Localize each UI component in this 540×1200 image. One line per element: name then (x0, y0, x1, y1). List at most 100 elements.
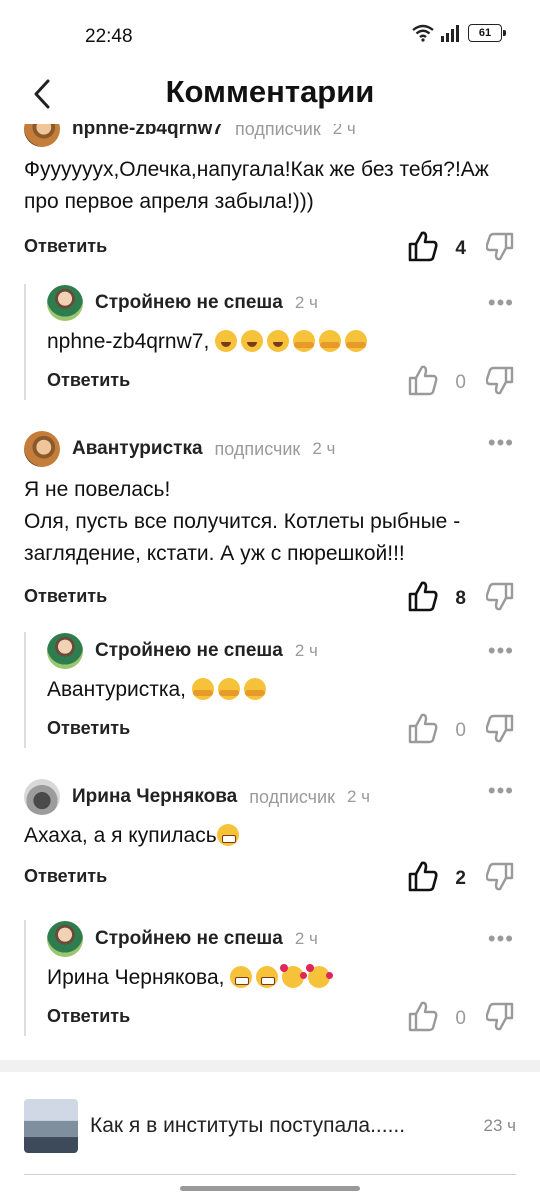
thumbs-down-icon[interactable] (486, 582, 514, 612)
reply-comment: Стройнею не спеша 2 ч ••• Ирина Черняков… (24, 920, 516, 1036)
author-name[interactable]: Стройнею не спеша (95, 928, 283, 950)
comment-text: Фуууууух,Олечка,напугала!Как же без тебя… (24, 158, 489, 213)
comment-time: 2 ч (294, 929, 318, 948)
comment-partial-header: nphne-zb4qrnw7 подписчик 2 ч (24, 124, 516, 148)
reply-comment: Стройнею не спеша 2 ч ••• Авантуристка, … (24, 632, 516, 748)
wifi-icon (412, 24, 434, 42)
battery-icon: 61 (468, 24, 506, 42)
hug-emoji-icon (217, 678, 240, 700)
like-count: 2 (455, 868, 466, 889)
comment-text: Я не повелась! Оля, пусть все получится.… (24, 478, 461, 565)
related-article-item[interactable]: Как я в институты поступала...... 23 ч (24, 1098, 516, 1154)
thumbs-down-icon[interactable] (486, 862, 514, 892)
comment-time: 2 ч (347, 787, 371, 806)
comment-text-value: Ахаха, а я купилась (24, 824, 217, 847)
author-name[interactable]: nphne-zb4qrnw7 (72, 124, 223, 140)
more-options-icon[interactable]: ••• (488, 432, 514, 454)
like-count: 4 (455, 238, 466, 259)
signal-icon (441, 25, 459, 42)
status-time: 22:48 (85, 26, 133, 47)
reply-button[interactable]: Ответить (24, 866, 107, 887)
rofl-emoji-icon (267, 330, 290, 352)
comment-actions: Ответить 0 (47, 712, 516, 748)
more-options-icon[interactable]: ••• (488, 640, 514, 662)
thumbs-up-icon[interactable] (408, 1000, 438, 1032)
comment-text-value: nphne-zb4qrnw7, (47, 330, 210, 353)
thumbs-up-icon[interactable] (408, 712, 438, 744)
hug-emoji-icon (345, 330, 368, 352)
comment-text-value: Ирина Чернякова, (47, 966, 225, 989)
more-options-icon[interactable]: ••• (488, 780, 514, 802)
comment-time: 2 ч (294, 641, 318, 660)
app-header: Комментарии (0, 64, 540, 124)
comment-text: Авантуристка, (47, 674, 516, 706)
article-thumbnail (24, 1099, 78, 1153)
reply-button[interactable]: Ответить (24, 586, 107, 607)
comment-text: Ирина Чернякова, (47, 962, 516, 994)
thumbs-down-icon[interactable] (486, 232, 514, 262)
avatar[interactable] (47, 285, 83, 321)
subscriber-label: подписчик (249, 786, 335, 807)
article-time: 23 ч (483, 1116, 517, 1135)
love-emoji-icon (280, 964, 308, 988)
thumbs-up-icon[interactable] (408, 580, 438, 612)
comment-actions: Ответить 0 (47, 364, 516, 400)
avatar[interactable] (24, 124, 60, 147)
avatar[interactable] (47, 633, 83, 669)
thumbs-down-icon[interactable] (486, 1002, 514, 1032)
hug-emoji-icon (243, 678, 266, 700)
more-options-icon[interactable]: ••• (488, 928, 514, 950)
subscriber-label: подписчик (214, 438, 301, 459)
comment-time: 2 ч (332, 124, 356, 138)
love-emoji-icon (306, 964, 334, 988)
thumbs-up-icon[interactable] (408, 364, 438, 396)
reply-button[interactable]: Ответить (47, 370, 130, 391)
status-bar: 22:48 61 (0, 0, 540, 70)
comments-feed[interactable]: nphne-zb4qrnw7 подписчик 2 ч Фуууууух,Ол… (0, 124, 540, 1060)
hug-emoji-icon (191, 678, 214, 700)
page-title: Комментарии (165, 74, 375, 109)
thumbs-down-icon[interactable] (486, 714, 514, 744)
like-count: 0 (455, 720, 466, 741)
status-icons: 61 (412, 24, 506, 42)
comment-actions: Ответить 8 (24, 580, 516, 616)
subscriber-label: подписчик (234, 124, 321, 139)
more-options-icon[interactable]: ••• (488, 292, 514, 314)
reply-button[interactable]: Ответить (24, 236, 107, 257)
like-count: 0 (455, 1008, 466, 1029)
comment-text-value: Авантуристка, (47, 678, 187, 701)
comment: Авантуристка подписчик 2 ч ••• Я не пове… (24, 430, 516, 616)
author-name[interactable]: Ирина Чернякова (72, 786, 237, 808)
comment-text: Ахаха, а я купилась (24, 820, 516, 852)
comment: Ирина Чернякова подписчик 2 ч ••• Ахаха,… (24, 778, 516, 896)
hug-emoji-icon (293, 330, 316, 352)
like-count: 0 (455, 372, 466, 393)
section-separator (0, 1060, 540, 1072)
thumbs-up-icon[interactable] (408, 230, 438, 262)
thumbs-down-icon[interactable] (486, 366, 514, 396)
author-name[interactable]: Стройнею не спеша (95, 292, 283, 314)
thumbs-up-icon[interactable] (408, 860, 438, 892)
divider (24, 1174, 516, 1175)
article-title: Как я в институты поступала...... (90, 1114, 406, 1137)
author-name[interactable]: Стройнею не спеша (95, 640, 283, 662)
rofl-emoji-icon (215, 330, 238, 352)
avatar[interactable] (47, 921, 83, 957)
like-count: 8 (455, 588, 466, 609)
comment-time: 2 ч (312, 439, 336, 458)
reply-comment: Стройнею не спеша 2 ч ••• nphne-zb4qrnw7… (24, 284, 516, 400)
grin-emoji-icon (256, 966, 279, 988)
grin-emoji-icon (230, 966, 253, 988)
reply-button[interactable]: Ответить (47, 718, 130, 739)
home-indicator[interactable] (180, 1186, 360, 1191)
hug-emoji-icon (319, 330, 342, 352)
reply-button[interactable]: Ответить (47, 1006, 130, 1027)
comment-actions: Ответить 0 (47, 1000, 516, 1036)
avatar[interactable] (24, 431, 60, 467)
comment: Фуууууух,Олечка,напугала!Как же без тебя… (24, 148, 516, 266)
avatar[interactable] (24, 779, 60, 815)
grin-emoji-icon (216, 824, 239, 846)
rofl-emoji-icon (241, 330, 264, 352)
author-name[interactable]: Авантуристка (72, 438, 203, 460)
comment-actions: Ответить 2 (24, 860, 516, 896)
